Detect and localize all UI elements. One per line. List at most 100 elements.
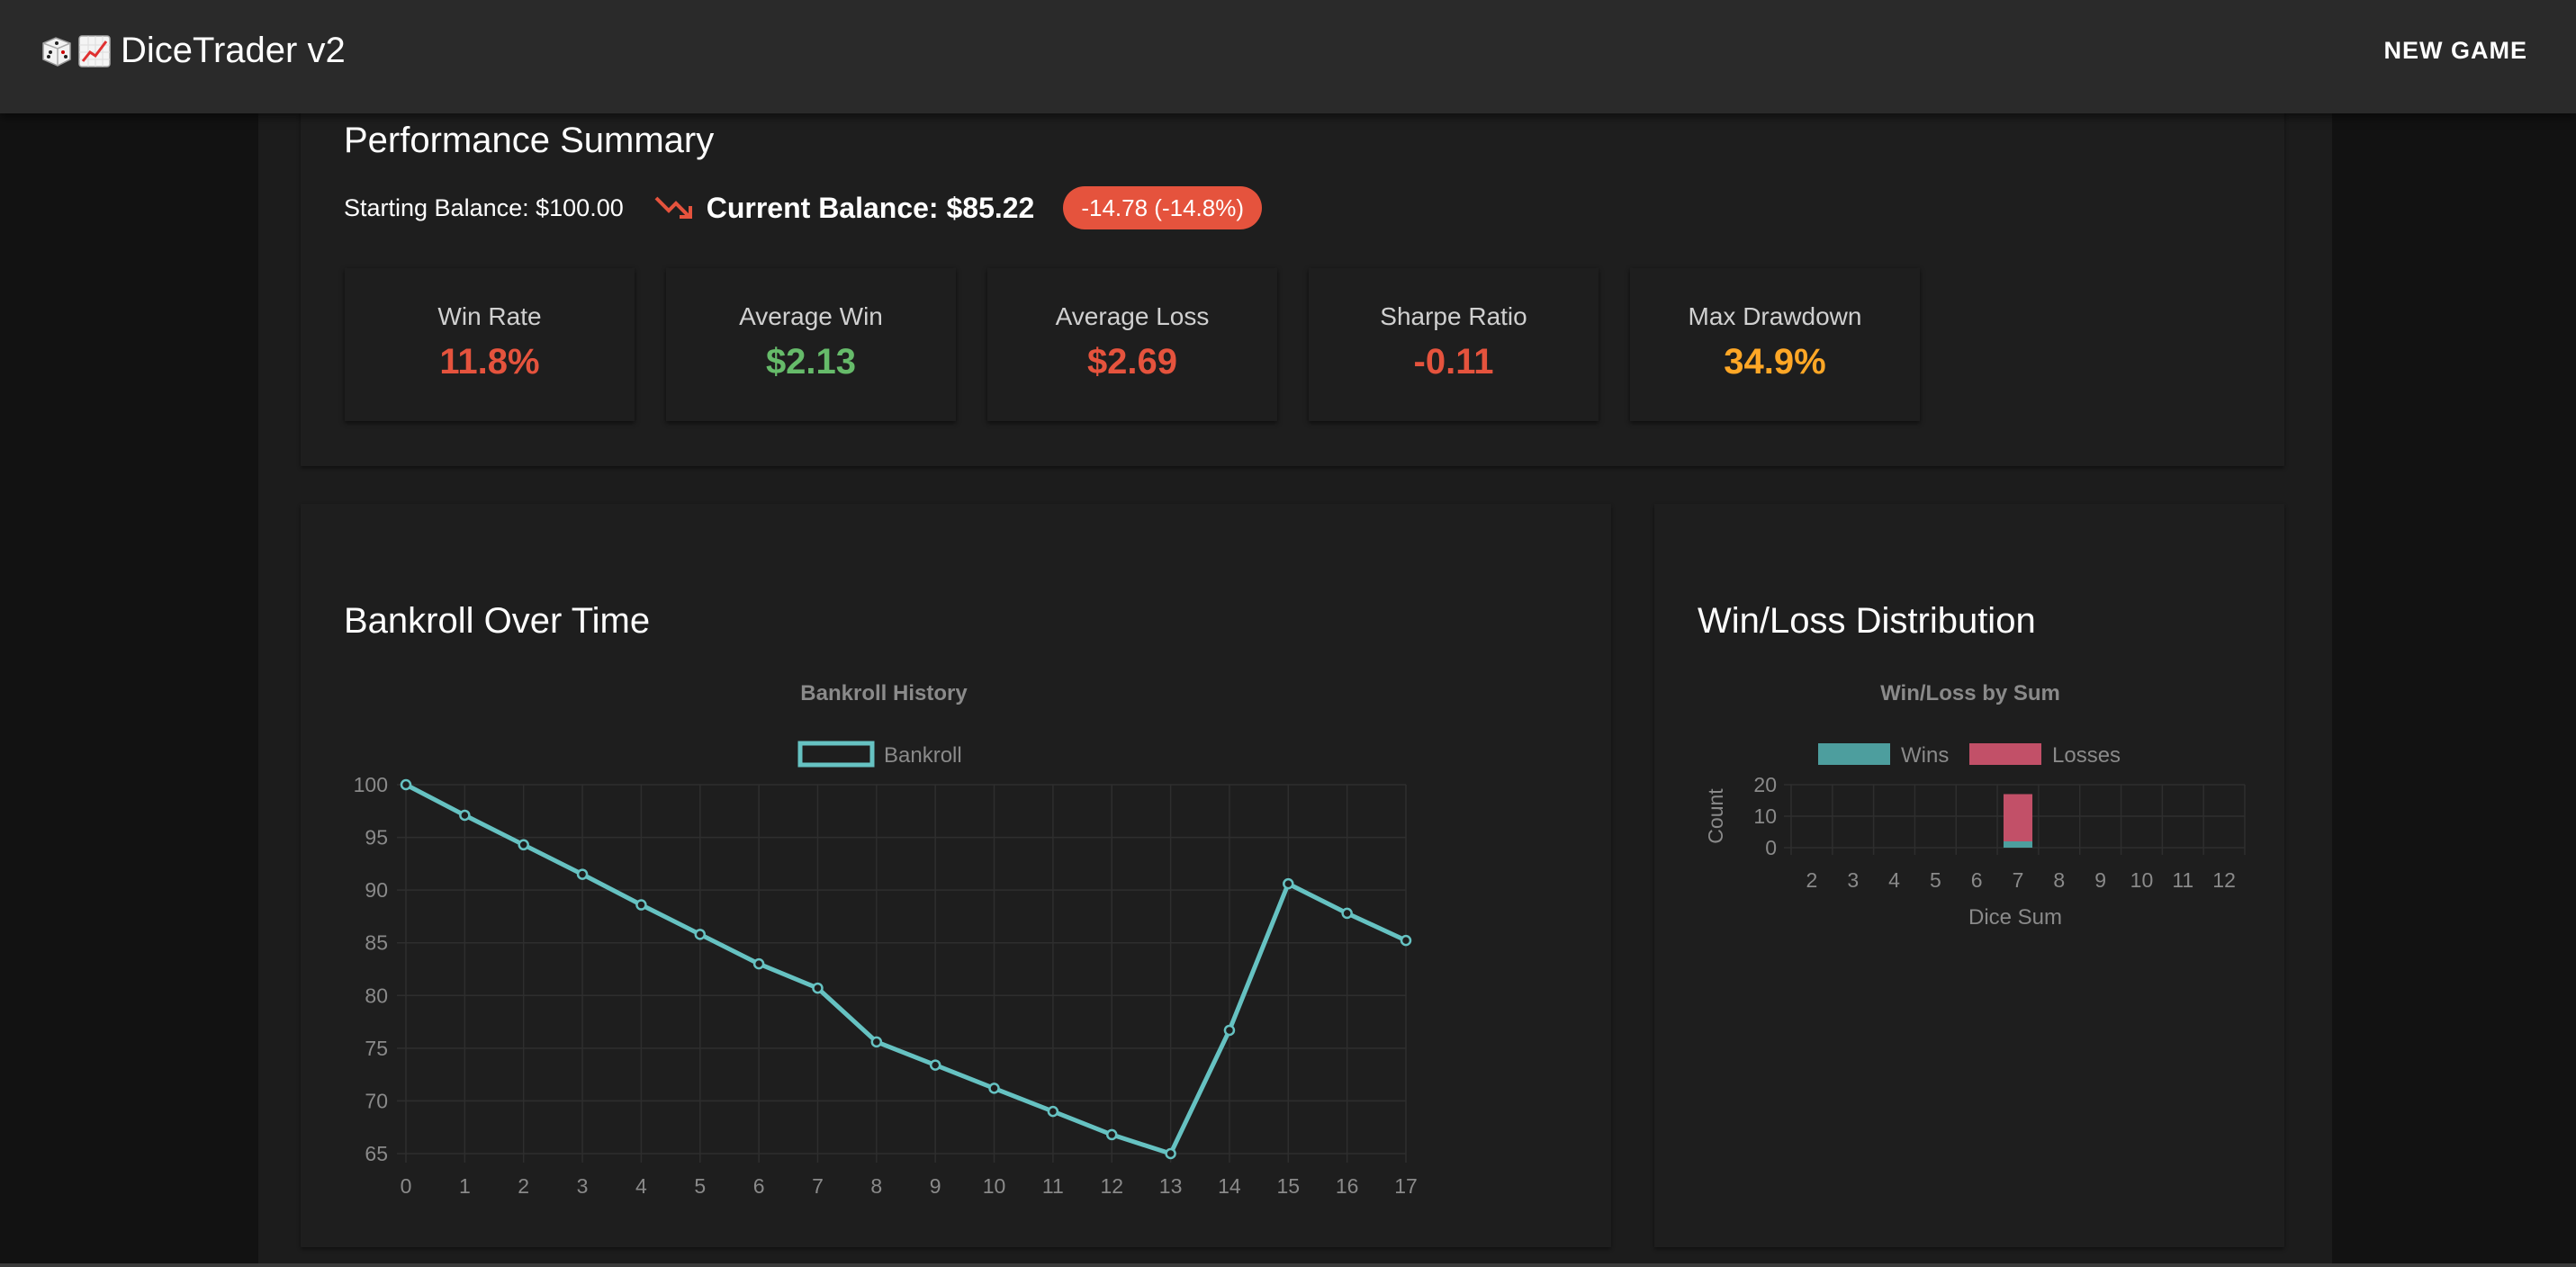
stat-card-average-win: Average Win $2.13 <box>666 268 956 421</box>
stat-card-win-rate: Win Rate 11.8% <box>345 268 635 421</box>
x-tick-label: 11 <box>2172 868 2193 892</box>
y-tick-label: 65 <box>365 1142 388 1165</box>
data-point <box>1105 1128 1118 1141</box>
y-axis: 100 95 90 85 80 75 70 65 <box>354 773 388 1165</box>
x-tick-label: 7 <box>2013 868 2024 892</box>
x-tick-label: 12 <box>1100 1174 1123 1198</box>
x-tick-label: 9 <box>2094 868 2106 892</box>
bars <box>2003 794 2033 848</box>
x-axis: 0 1 2 3 4 5 6 7 8 9 10 11 12 13 14 15 16 17 <box>401 1174 1418 1198</box>
y-tick-label: 85 <box>365 931 388 955</box>
x-tick-label: 10 <box>2130 868 2154 892</box>
x-tick-label: 3 <box>577 1174 589 1198</box>
y-tick-label: 20 <box>1753 773 1777 796</box>
x-tick-label: 3 <box>1847 868 1859 892</box>
legend-label-wins[interactable]: Wins <box>1901 743 1949 768</box>
data-point <box>635 899 647 911</box>
series-line-bankroll <box>404 782 1408 1156</box>
stat-value: -0.11 <box>1413 342 1494 382</box>
x-tick-label: 16 <box>1336 1174 1359 1198</box>
y-tick-label: 80 <box>365 984 388 1007</box>
stat-label: Win Rate <box>437 302 542 330</box>
distribution-panel-title: Win/Loss Distribution <box>1698 601 2036 641</box>
x-tick-label: 7 <box>812 1174 824 1198</box>
stat-value: 34.9% <box>1724 342 1826 382</box>
x-tick-label: 0 <box>401 1174 412 1198</box>
data-point <box>988 1083 1000 1094</box>
chart-title: Bankroll History <box>800 681 968 705</box>
y-axis: 20 10 0 <box>1753 773 1777 859</box>
y-tick-label: 0 <box>1765 836 1777 859</box>
x-tick-label: 5 <box>694 1174 706 1198</box>
stat-label: Max Drawdown <box>1688 302 1862 330</box>
bankroll-chart: Bankroll History Bankroll 10095908580757… <box>354 681 1418 1198</box>
y-axis-title: Count <box>1704 788 1727 844</box>
app-logo <box>40 34 112 68</box>
data-point <box>1341 907 1353 920</box>
y-tick-label: 90 <box>365 878 388 902</box>
app-title: DiceTrader v2 <box>40 31 346 71</box>
chart-title: Win/Loss by Sum <box>1880 681 2060 705</box>
data-point <box>576 868 589 880</box>
x-axis: 2 3 4 5 6 7 8 9 10 11 12 <box>1806 868 2236 892</box>
dice-icon <box>42 36 71 67</box>
x-tick-label: 10 <box>983 1174 1006 1198</box>
app-bar: DiceTrader v2 NEW GAME <box>0 0 2576 113</box>
data-point <box>1047 1105 1059 1118</box>
legend-swatch-wins[interactable] <box>1818 743 1890 765</box>
y-tick-label: 10 <box>1753 804 1777 828</box>
x-tick-label: 6 <box>753 1174 765 1198</box>
legend-label-bankroll[interactable]: Bankroll <box>884 743 962 768</box>
x-tick-label: 2 <box>1806 868 1818 892</box>
x-tick-label: 15 <box>1276 1174 1300 1198</box>
y-tick-label: 100 <box>354 773 388 796</box>
x-axis-title: Dice Sum <box>1968 905 2062 930</box>
new-game-button[interactable]: NEW GAME <box>2379 36 2534 66</box>
data-point <box>752 957 765 970</box>
data-point <box>1400 934 1412 947</box>
bar-losses-7 <box>2003 794 2033 841</box>
stat-value: $2.13 <box>765 342 857 382</box>
data-point <box>694 929 707 940</box>
data-point <box>400 778 412 791</box>
stat-card-average-loss: Average Loss $2.69 <box>987 268 1277 421</box>
x-tick-label: 6 <box>1971 868 1983 892</box>
y-tick-label: 95 <box>365 826 388 849</box>
stat-label: Sharpe Ratio <box>1380 302 1527 330</box>
x-tick-label: 14 <box>1218 1174 1241 1198</box>
data-point <box>1223 1024 1236 1037</box>
x-tick-label: 12 <box>2212 868 2236 892</box>
x-tick-label: 9 <box>930 1174 941 1198</box>
data-point <box>459 809 471 822</box>
bar-wins-7 <box>2003 841 2033 848</box>
data-point <box>1283 877 1294 890</box>
data-point <box>518 839 529 851</box>
data-point <box>929 1059 941 1071</box>
stat-value: $2.69 <box>1086 342 1178 382</box>
x-tick-label: 8 <box>870 1174 882 1198</box>
bankroll-panel-title: Bankroll Over Time <box>344 601 651 641</box>
performance-summary-title: Performance Summary <box>344 121 715 160</box>
x-tick-label: 8 <box>2053 868 2065 892</box>
data-point <box>1165 1147 1176 1160</box>
legend-swatch-bankroll[interactable] <box>797 741 875 768</box>
stat-label: Average Loss <box>1055 302 1210 330</box>
x-tick-label: 4 <box>635 1174 647 1198</box>
trending-down-icon <box>654 194 694 221</box>
x-tick-label: 1 <box>459 1174 471 1198</box>
y-tick-label: 75 <box>365 1037 388 1060</box>
chart-increasing-icon <box>78 34 111 67</box>
y-tick-label: 70 <box>365 1089 388 1112</box>
stat-card-sharpe-ratio: Sharpe Ratio -0.11 <box>1309 268 1599 421</box>
balance-change-chip: -14.78 (-14.8%) <box>1063 186 1262 229</box>
x-tick-label: 17 <box>1394 1174 1418 1198</box>
x-tick-label: 5 <box>1930 868 1941 892</box>
data-point <box>870 1036 883 1048</box>
bottom-divider <box>0 1263 2576 1267</box>
app-title-text: DiceTrader v2 <box>121 31 346 70</box>
stat-card-max-drawdown: Max Drawdown 34.9% <box>1630 268 1920 421</box>
stat-label: Average Win <box>739 302 883 330</box>
legend-swatch-losses[interactable] <box>1969 743 2041 765</box>
data-point <box>812 982 824 994</box>
legend-label-losses[interactable]: Losses <box>2052 743 2121 768</box>
